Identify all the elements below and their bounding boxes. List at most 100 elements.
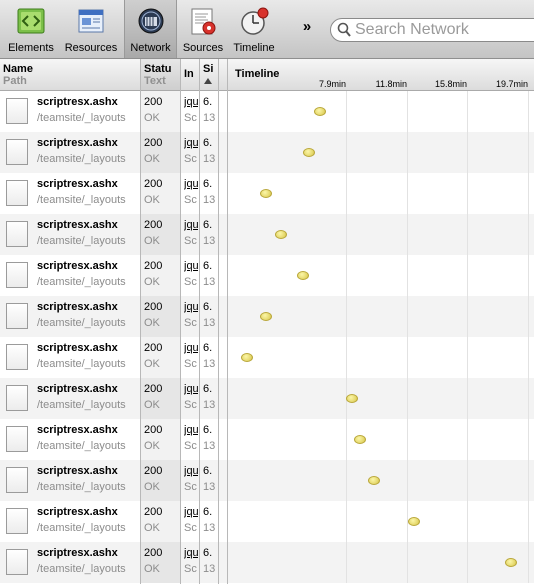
timeline-request-marker[interactable] <box>297 271 309 280</box>
request-row[interactable]: scriptresx.ashx/teamsite/_layouts 200 OK jq… <box>0 378 534 419</box>
timeline-gridline <box>528 419 529 460</box>
column-header-timeline[interactable]: Timeline 7.9min 11.8min 15.8min 19.7min <box>227 59 534 90</box>
request-initiator-type: Sc <box>184 317 197 329</box>
request-row[interactable]: scriptresx.ashx/teamsite/_layouts 200 OK jq… <box>0 501 534 542</box>
request-initiator-link[interactable]: jqu <box>184 260 198 272</box>
request-name[interactable]: scriptresx.ashx <box>37 547 118 559</box>
request-content-size: 13 <box>203 235 215 247</box>
request-initiator-link[interactable]: jqu <box>184 219 198 231</box>
request-status: 200 <box>144 383 163 395</box>
overflow-menu-button[interactable]: » <box>298 18 316 38</box>
request-name[interactable]: scriptresx.ashx <box>37 137 118 149</box>
tab-sources[interactable]: Sources <box>177 0 229 58</box>
request-row[interactable]: scriptresx.ashx/teamsite/_layouts 200 OK jq… <box>0 419 534 460</box>
document-icon <box>6 426 28 452</box>
timeline-gridline <box>346 214 347 255</box>
request-row[interactable]: scriptresx.ashx/teamsite/_layouts 200 OK jq… <box>0 214 534 255</box>
request-path: /teamsite/_layouts <box>37 481 126 493</box>
request-initiator-type: Sc <box>184 481 197 493</box>
request-initiator-link[interactable]: jqu <box>184 547 198 559</box>
request-row[interactable]: scriptresx.ashx/teamsite/_layouts 200 OK jq… <box>0 296 534 337</box>
request-name[interactable]: scriptresx.ashx <box>37 383 118 395</box>
request-status-text: OK <box>144 481 160 493</box>
tab-network-label: Network <box>130 42 171 54</box>
resources-icon <box>78 9 104 33</box>
timeline-request-marker[interactable] <box>275 230 287 239</box>
request-name[interactable]: scriptresx.ashx <box>37 342 118 354</box>
search-input[interactable] <box>355 20 534 40</box>
request-initiator-link[interactable]: jqu <box>184 96 198 108</box>
timeline-gridline <box>467 132 468 173</box>
timeline-request-marker[interactable] <box>260 312 272 321</box>
request-row[interactable]: scriptresx.ashx/teamsite/_layouts 200 OK jq… <box>0 91 534 132</box>
timeline-request-marker[interactable] <box>241 353 253 362</box>
request-initiator-link[interactable]: jqu <box>184 342 198 354</box>
request-path: /teamsite/_layouts <box>37 276 126 288</box>
request-name[interactable]: scriptresx.ashx <box>37 219 118 231</box>
timeline-gridline <box>528 542 529 583</box>
column-divider <box>218 59 219 584</box>
timeline-tick-label: 15.8min <box>434 79 467 89</box>
tab-timeline[interactable]: Timeline <box>230 0 278 58</box>
request-initiator-link[interactable]: jqu <box>184 301 198 313</box>
column-header-status[interactable]: Statu Text <box>141 59 180 90</box>
timeline-request-marker[interactable] <box>260 189 272 198</box>
timeline-gridline <box>467 378 468 419</box>
request-row[interactable]: scriptresx.ashx/teamsite/_layouts 200 OK jq… <box>0 542 534 583</box>
timeline-request-marker[interactable] <box>354 435 366 444</box>
column-path-subtitle: Path <box>3 75 27 87</box>
request-initiator-link[interactable]: jqu <box>184 465 198 477</box>
request-name[interactable]: scriptresx.ashx <box>37 260 118 272</box>
request-name[interactable]: scriptresx.ashx <box>37 465 118 477</box>
request-status: 200 <box>144 301 163 313</box>
request-initiator-type: Sc <box>184 358 197 370</box>
timeline-request-marker[interactable] <box>505 558 517 567</box>
request-initiator-link[interactable]: jqu <box>184 424 198 436</box>
column-header-size[interactable]: Si <box>200 59 218 90</box>
request-row[interactable]: scriptresx.ashx/teamsite/_layouts 200 OK jq… <box>0 255 534 296</box>
column-divider <box>199 59 200 584</box>
timeline-request-marker[interactable] <box>314 107 326 116</box>
timeline-gridline <box>346 337 347 378</box>
request-content-size: 13 <box>203 194 215 206</box>
timeline-gridline <box>407 460 408 501</box>
column-name-title: Name <box>3 63 33 75</box>
request-row[interactable]: scriptresx.ashx/teamsite/_layouts 200 OK jq… <box>0 132 534 173</box>
request-initiator-type: Sc <box>184 563 197 575</box>
request-initiator-link[interactable]: jqu <box>184 137 198 149</box>
tab-network[interactable]: Network <box>124 0 177 58</box>
request-name[interactable]: scriptresx.ashx <box>37 506 118 518</box>
request-row[interactable]: scriptresx.ashx/teamsite/_layouts 200 OK jq… <box>0 173 534 214</box>
timeline-gridline <box>528 296 529 337</box>
tab-sources-label: Sources <box>182 42 224 54</box>
column-text-subtitle: Text <box>144 75 166 87</box>
document-icon <box>6 303 28 329</box>
column-header-name[interactable]: Name Path <box>0 59 140 90</box>
request-initiator-link[interactable]: jqu <box>184 383 198 395</box>
request-row[interactable]: scriptresx.ashx/teamsite/_layouts 200 OK jq… <box>0 460 534 501</box>
request-initiator-link[interactable]: jqu <box>184 506 198 518</box>
column-header-initiator[interactable]: In <box>181 59 199 90</box>
request-row[interactable]: scriptresx.ashx/teamsite/_layouts 200 OK jq… <box>0 337 534 378</box>
request-status-text: OK <box>144 153 160 165</box>
tab-resources[interactable]: Resources <box>60 0 122 58</box>
timeline-tick-label: 19.7min <box>495 79 528 89</box>
request-name[interactable]: scriptresx.ashx <box>37 301 118 313</box>
tab-elements-label: Elements <box>8 42 54 54</box>
timeline-request-marker[interactable] <box>368 476 380 485</box>
request-initiator-link[interactable]: jqu <box>184 178 198 190</box>
request-status-text: OK <box>144 276 160 288</box>
timeline-request-marker[interactable] <box>346 394 358 403</box>
tab-elements[interactable]: Elements <box>4 0 58 58</box>
request-name[interactable]: scriptresx.ashx <box>37 96 118 108</box>
request-status-text: OK <box>144 522 160 534</box>
request-name[interactable]: scriptresx.ashx <box>37 178 118 190</box>
request-status: 200 <box>144 506 163 518</box>
sources-icon <box>191 8 216 35</box>
request-content-size: 13 <box>203 317 215 329</box>
request-name[interactable]: scriptresx.ashx <box>37 424 118 436</box>
timeline-request-marker[interactable] <box>408 517 420 526</box>
request-status-text: OK <box>144 194 160 206</box>
search-box[interactable] <box>330 18 534 42</box>
timeline-request-marker[interactable] <box>303 148 315 157</box>
